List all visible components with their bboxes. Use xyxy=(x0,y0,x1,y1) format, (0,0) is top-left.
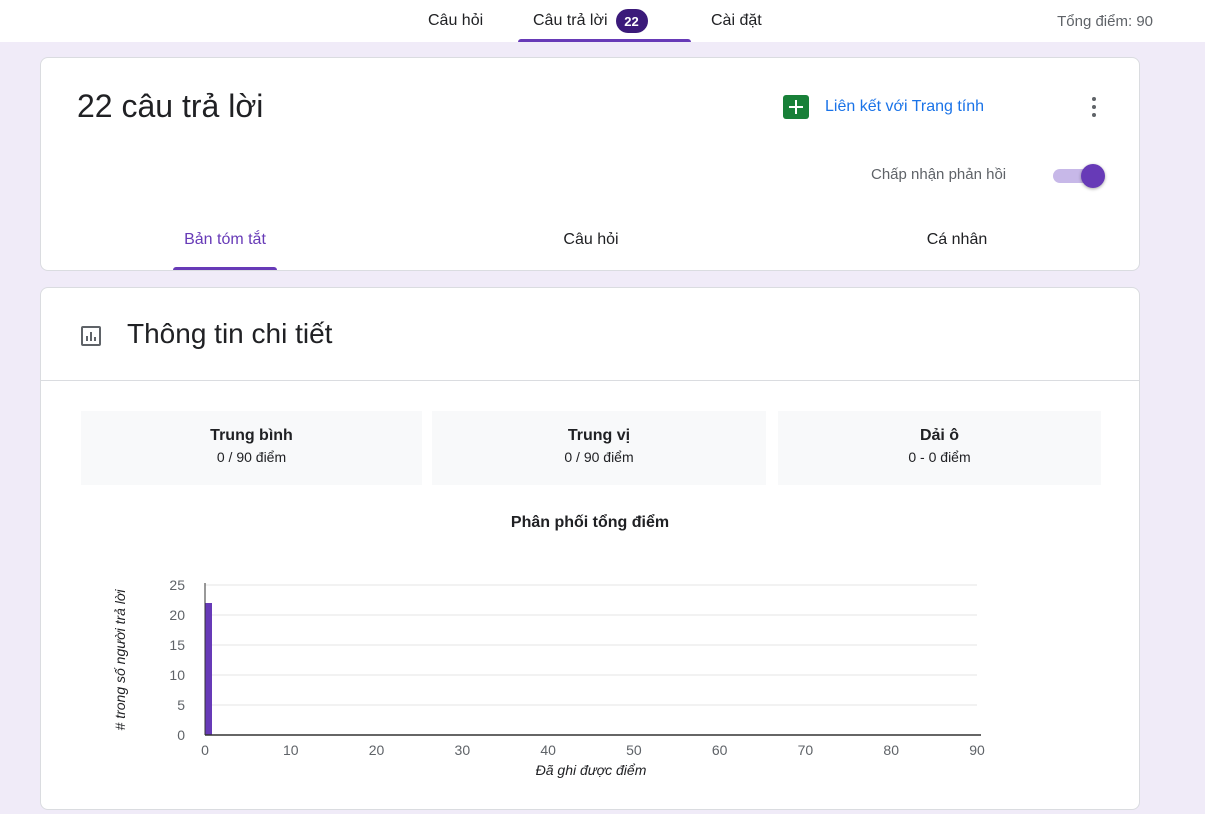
active-tab-indicator xyxy=(518,39,691,42)
chart-y-ticks: 0 5 10 15 20 25 xyxy=(169,577,185,743)
y-tick-label: 10 xyxy=(169,667,185,683)
tab-questions[interactable]: Câu hỏi xyxy=(428,0,483,42)
chart-title: Phân phối tổng điểm xyxy=(510,514,670,531)
tab-responses-label: Câu trả lời xyxy=(533,12,608,29)
insights-title: Thông tin chi tiết xyxy=(127,318,333,349)
insights-card: Thông tin chi tiết Trung bình 0 / 90 điể… xyxy=(40,287,1140,810)
responses-count-badge: 22 xyxy=(615,9,648,33)
chart-gridlines xyxy=(205,584,977,706)
link-to-sheets-label: Liên kết với Trang tính xyxy=(825,98,985,115)
x-tick-label: 80 xyxy=(883,742,899,758)
x-tick-label: 40 xyxy=(540,742,556,758)
link-to-sheets-button[interactable]: Liên kết với Trang tính xyxy=(783,94,984,120)
score-distribution-chart: 0 5 10 15 20 25 0 10 20 30 40 50 60 70 80 90 Đã ghi đư… xyxy=(112,577,985,778)
chart-bars xyxy=(205,603,212,735)
x-tick-label: 20 xyxy=(369,742,385,758)
total-points: Tổng điểm: 90 xyxy=(1057,12,1153,30)
tab-question[interactable]: Câu hỏi xyxy=(541,231,641,249)
summary-tab-indicator xyxy=(173,267,277,270)
responses-card: 22 câu trả lời Liên kết với Trang tính C… xyxy=(40,57,1140,271)
x-tick-label: 10 xyxy=(283,742,299,758)
insights-icon xyxy=(81,326,101,346)
tab-summary[interactable]: Bản tóm tắt xyxy=(173,231,277,249)
chart-x-axis-label: Đã ghi được điểm xyxy=(536,762,647,778)
insights-divider xyxy=(41,380,1139,381)
tab-individual-label: Cá nhân xyxy=(926,231,988,248)
tab-question-label: Câu hỏi xyxy=(563,231,619,248)
stat-range: Dải ô 0 - 0 điểm xyxy=(778,411,1101,485)
x-tick-label: 30 xyxy=(455,742,471,758)
accepting-responses-toggle[interactable] xyxy=(1053,164,1107,188)
x-tick-label: 60 xyxy=(712,742,728,758)
tab-summary-label: Bản tóm tắt xyxy=(184,231,266,248)
x-tick-label: 50 xyxy=(626,742,642,758)
y-tick-label: 25 xyxy=(169,577,185,593)
stat-median-value: 0 / 90 điểm xyxy=(564,449,634,465)
stat-range-value: 0 - 0 điểm xyxy=(908,449,971,465)
responses-title: 22 câu trả lời xyxy=(77,88,264,124)
tab-individual[interactable]: Cá nhân xyxy=(907,231,1007,249)
tab-responses[interactable]: Câu trả lời 22 xyxy=(533,0,648,42)
x-tick-label: 70 xyxy=(798,742,814,758)
chart-y-axis-label: # trong số người trả lời xyxy=(112,589,128,731)
chart-x-ticks: 0 10 20 30 40 50 60 70 80 90 xyxy=(201,742,985,758)
chart-bar xyxy=(205,603,212,735)
tab-settings[interactable]: Cài đặt xyxy=(711,0,762,42)
stat-average: Trung bình 0 / 90 điểm xyxy=(81,411,422,485)
top-bar: Câu hỏi Câu trả lời 22 Cài đặt Tổng điểm… xyxy=(0,0,1205,42)
stat-median-title: Trung vị xyxy=(567,427,631,444)
tab-settings-label: Cài đặt xyxy=(711,12,762,29)
sheets-icon xyxy=(783,95,809,119)
y-tick-label: 20 xyxy=(169,607,185,623)
accepting-responses-label: Chấp nhận phản hồi xyxy=(871,166,1007,183)
toggle-knob xyxy=(1081,164,1105,188)
tab-questions-label: Câu hỏi xyxy=(428,12,484,29)
y-tick-label: 15 xyxy=(169,637,185,653)
stat-average-value: 0 / 90 điểm xyxy=(216,449,287,465)
x-tick-label: 0 xyxy=(201,742,209,758)
x-tick-label: 90 xyxy=(969,742,985,758)
stat-range-title: Dải ô xyxy=(919,427,960,444)
y-tick-label: 5 xyxy=(177,697,185,713)
stat-median: Trung vị 0 / 90 điểm xyxy=(432,411,766,485)
chart-axes xyxy=(204,583,981,736)
y-tick-label: 0 xyxy=(177,727,185,743)
more-options-icon[interactable] xyxy=(1084,94,1104,120)
stat-average-title: Trung bình xyxy=(210,427,293,444)
